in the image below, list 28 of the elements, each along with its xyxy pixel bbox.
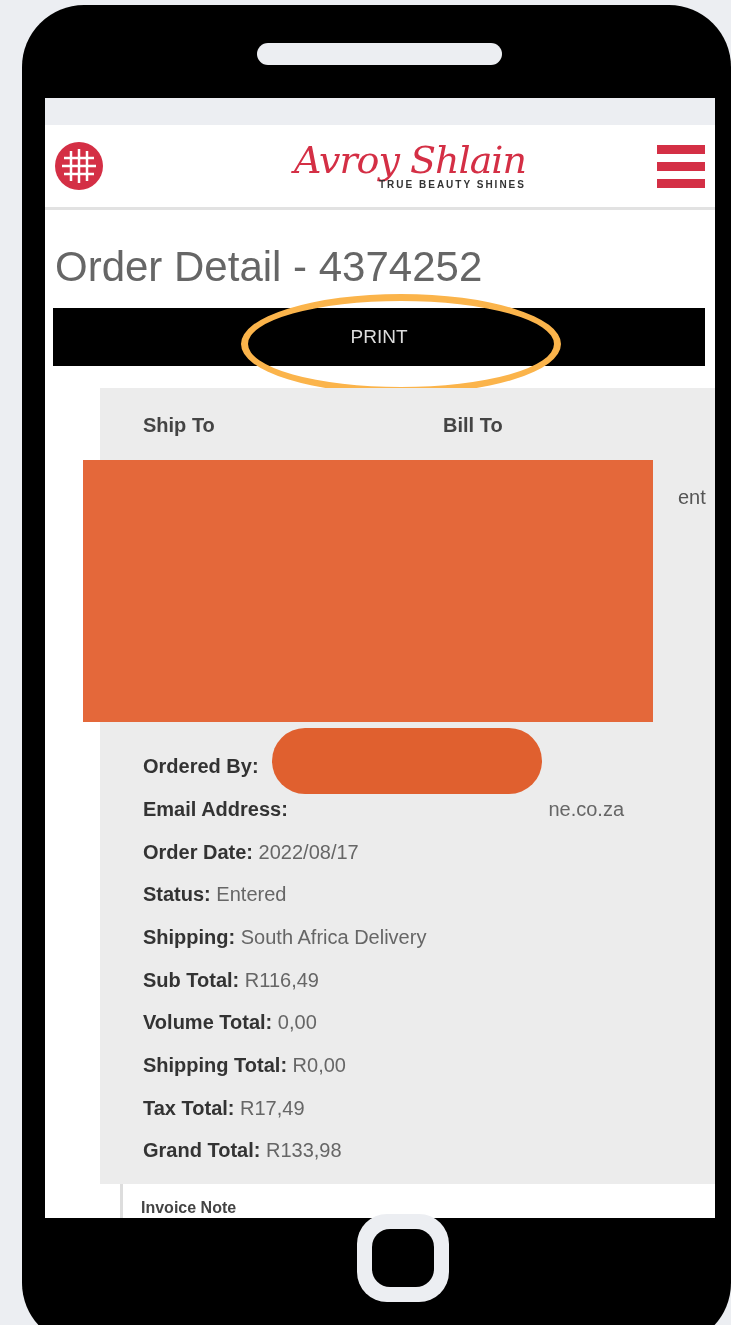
detail-value: 0,00	[277, 1011, 317, 1034]
detail-value: Entered	[216, 883, 287, 906]
invoice-note-heading: Invoice Note	[141, 1199, 237, 1217]
ship-to-heading: Ship To	[143, 413, 216, 439]
address-text: ent	[678, 485, 706, 511]
grid-menu-icon[interactable]	[55, 142, 103, 190]
detail-label: Volume Total:	[143, 1011, 273, 1034]
detail-value: R133,98	[265, 1139, 342, 1162]
detail-value: ne.co.za	[548, 797, 625, 820]
bill-to-heading: Bill To	[443, 413, 503, 439]
detail-label: Status:	[143, 883, 211, 906]
detail-value: South Africa Delivery	[240, 925, 427, 948]
detail-label: Shipping:	[143, 925, 236, 948]
detail-label: Ordered By:	[143, 755, 259, 778]
detail-value: R0,00	[292, 1054, 346, 1076]
detail-label: Email Address:	[143, 797, 288, 820]
print-button[interactable]: PRINT	[53, 308, 705, 367]
detail-label: Sub Total:	[143, 968, 240, 991]
home-button[interactable]	[357, 1214, 449, 1302]
detail-label: Tax Total:	[143, 1096, 235, 1119]
detail-label: Grand Total:	[143, 1139, 261, 1162]
detail-value: 2022/08/17	[258, 840, 359, 863]
detail-value: R116,49	[244, 968, 319, 991]
detail-label: Order Date:	[143, 840, 254, 863]
menu-icon[interactable]	[657, 143, 705, 189]
page-title: Order Detail - 4374252	[55, 244, 484, 291]
detail-value: R17,49	[240, 1096, 305, 1119]
detail-label: Shipping Total:	[143, 1054, 288, 1076]
